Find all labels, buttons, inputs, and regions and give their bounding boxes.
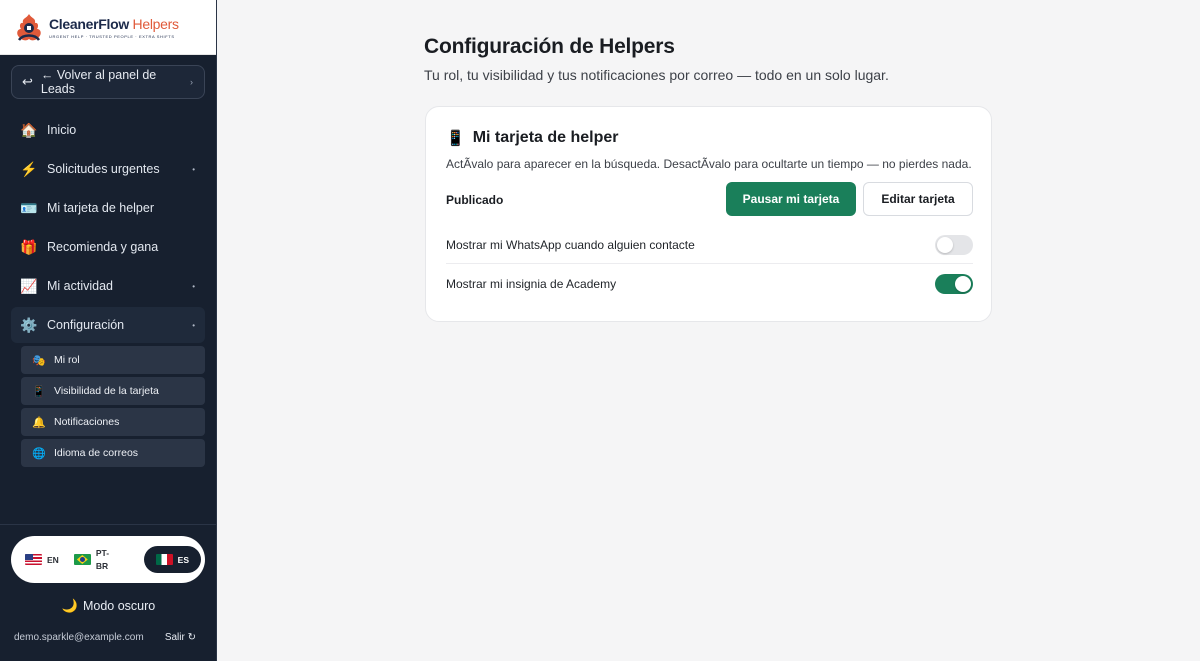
language-code: PT-BR bbox=[95, 547, 110, 571]
bell-icon: 🔔 bbox=[32, 416, 46, 429]
gear-icon: ⚙️ bbox=[20, 316, 38, 333]
subnav-item-notificaciones[interactable]: 🔔 Notificaciones bbox=[21, 408, 205, 436]
subnav-item-label: Idioma de correos bbox=[54, 447, 139, 459]
sidebar-item-configuracion[interactable]: ⚙️ Configuración • bbox=[11, 307, 205, 343]
brand-name: CleanerFlow Helpers bbox=[49, 15, 179, 32]
language-switcher: EN PT-BR ES bbox=[11, 536, 205, 583]
edit-card-button[interactable]: Editar tarjeta bbox=[863, 182, 973, 216]
home-icon: 🏠 bbox=[20, 121, 38, 138]
sidebar: CleanerFlow Helpers URGENT HELP · TRUSTE… bbox=[0, 0, 217, 661]
us-flag-icon bbox=[25, 554, 42, 565]
toggle-knob bbox=[955, 276, 971, 292]
masks-icon: 🎭 bbox=[32, 354, 46, 367]
card-title: 📱 Mi tarjeta de helper bbox=[446, 129, 619, 147]
whatsapp-visibility-toggle[interactable] bbox=[935, 235, 973, 255]
sidebar-footer: demo.sparkle@example.com Salir ↻ bbox=[14, 632, 196, 643]
whatsapp-visibility-label: Mostrar mi WhatsApp cuando alguien conta… bbox=[446, 238, 695, 252]
sidebar-item-recomienda[interactable]: 🎁 Recomienda y gana bbox=[11, 229, 205, 265]
sidebar-divider bbox=[0, 524, 217, 525]
language-code: EN bbox=[47, 554, 59, 565]
dark-mode-label: Modo oscuro bbox=[82, 599, 156, 613]
gift-icon: 🎁 bbox=[20, 238, 38, 255]
dark-mode-toggle[interactable]: 🌙 Modo oscuro bbox=[0, 598, 217, 614]
back-to-leads-button[interactable]: ↩ ← Volver al panel de Leads › bbox=[11, 65, 205, 99]
expand-indicator-icon: • bbox=[192, 164, 195, 174]
id-card-icon: 🪪 bbox=[20, 199, 38, 216]
subnav-item-idioma[interactable]: 🌐 Idioma de correos bbox=[21, 439, 205, 467]
pause-card-button[interactable]: Pausar mi tarjeta bbox=[726, 182, 856, 216]
row-divider bbox=[446, 263, 973, 264]
phone-icon: 📱 bbox=[446, 130, 465, 147]
subnav-item-visibilidad[interactable]: 📱 Visibilidad de la tarjeta bbox=[21, 377, 205, 405]
brand-logo[interactable]: CleanerFlow Helpers URGENT HELP · TRUSTE… bbox=[0, 0, 216, 55]
user-email: demo.sparkle@example.com bbox=[14, 632, 144, 643]
page-title: Configuración de Helpers bbox=[424, 35, 675, 58]
logout-button[interactable]: Salir ↻ bbox=[165, 632, 196, 643]
chart-icon: 📈 bbox=[20, 277, 38, 294]
subnav-item-label: Visibilidad de la tarjeta bbox=[54, 385, 159, 397]
sidebar-item-label: Solicitudes urgentes bbox=[47, 162, 160, 176]
subnav-item-label: Notificaciones bbox=[54, 416, 120, 428]
back-to-leads-label: ← Volver al panel de Leads bbox=[40, 68, 157, 96]
toggle-knob bbox=[937, 237, 953, 253]
moon-icon: 🌙 bbox=[61, 598, 78, 613]
language-option-es[interactable]: ES bbox=[144, 546, 201, 573]
language-option-pt-br[interactable]: PT-BR bbox=[73, 547, 116, 573]
card-title-text: Mi tarjeta de helper bbox=[472, 129, 619, 146]
academy-badge-row: Mostrar mi insignia de Academy bbox=[446, 272, 973, 296]
card-status: Publicado bbox=[446, 193, 504, 207]
academy-badge-label: Mostrar mi insignia de Academy bbox=[446, 277, 617, 291]
academy-badge-toggle[interactable] bbox=[935, 274, 973, 294]
card-description: ActÃvalo para aparecer en la búsqueda. D… bbox=[446, 157, 972, 171]
sidebar-item-mi-tarjeta[interactable]: 🪪 Mi tarjeta de helper bbox=[11, 190, 205, 226]
expand-indicator-icon: • bbox=[192, 281, 195, 291]
language-option-en[interactable]: EN bbox=[25, 554, 59, 565]
sidebar-item-solicitudes-urgentes[interactable]: ⚡ Solicitudes urgentes • bbox=[11, 151, 205, 187]
sidebar-item-inicio[interactable]: 🏠 Inicio bbox=[11, 112, 205, 148]
sidebar-item-label: Mi tarjeta de helper bbox=[47, 201, 155, 215]
logo-icon bbox=[13, 10, 45, 44]
expand-indicator-icon: • bbox=[192, 320, 195, 330]
globe-icon: 🌐 bbox=[32, 447, 46, 460]
sidebar-item-mi-actividad[interactable]: 📈 Mi actividad • bbox=[11, 268, 205, 304]
subnav-item-label: Mi rol bbox=[54, 354, 80, 366]
brand-tagline: URGENT HELP · TRUSTED PEOPLE · EXTRA SHI… bbox=[49, 33, 175, 39]
brazil-flag-icon bbox=[73, 554, 91, 565]
whatsapp-visibility-row: Mostrar mi WhatsApp cuando alguien conta… bbox=[446, 233, 973, 257]
chevron-right-icon: › bbox=[190, 77, 193, 87]
mexico-flag-icon bbox=[156, 554, 173, 565]
subnav-item-mi-rol[interactable]: 🎭 Mi rol bbox=[21, 346, 205, 374]
lightning-icon: ⚡ bbox=[20, 160, 38, 177]
page-subtitle: Tu rol, tu visibilidad y tus notificacio… bbox=[424, 67, 889, 83]
sidebar-item-label: Mi actividad bbox=[47, 279, 113, 293]
sidebar-nav: 🏠 Inicio ⚡ Solicitudes urgentes • 🪪 Mi t… bbox=[11, 112, 205, 346]
return-icon: ↩ bbox=[22, 74, 33, 89]
configuracion-subnav: 🎭 Mi rol 📱 Visibilidad de la tarjeta 🔔 N… bbox=[21, 346, 205, 470]
sidebar-item-label: Recomienda y gana bbox=[47, 240, 159, 254]
sidebar-item-label: Configuración bbox=[47, 318, 125, 332]
language-code: ES bbox=[177, 554, 189, 565]
phone-icon: 📱 bbox=[32, 385, 46, 398]
helper-card-settings: 📱 Mi tarjeta de helper ActÃvalo para apa… bbox=[425, 106, 992, 322]
sidebar-item-label: Inicio bbox=[47, 123, 77, 137]
